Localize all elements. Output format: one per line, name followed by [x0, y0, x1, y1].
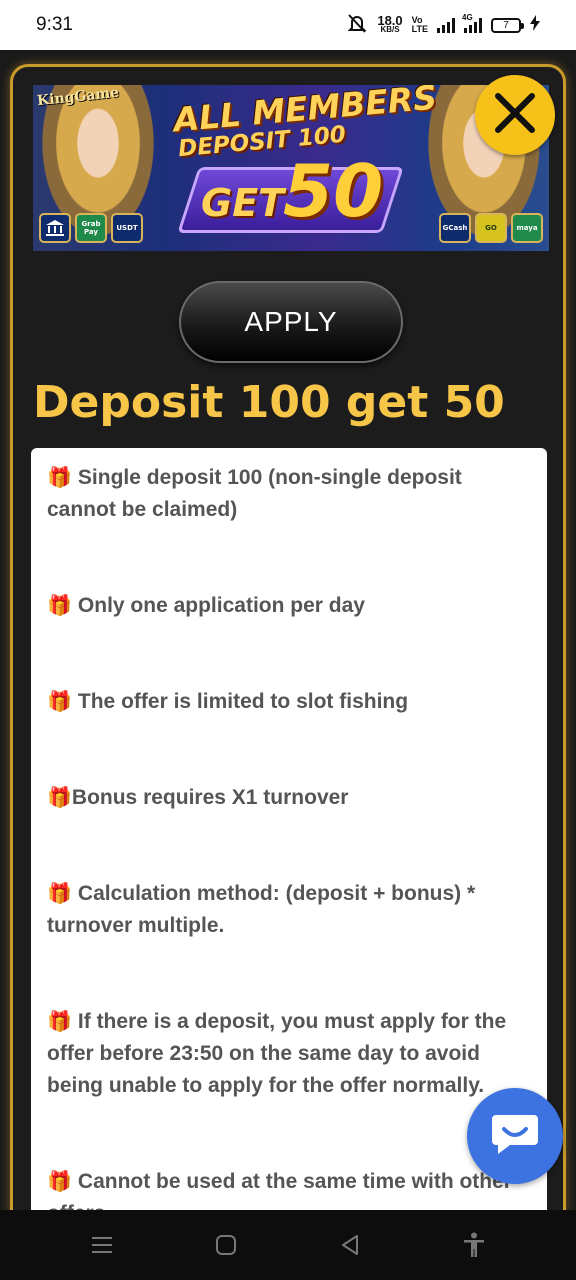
chat-button[interactable]	[467, 1088, 563, 1184]
banner-amount: 50	[283, 149, 384, 233]
signal-icon	[437, 17, 455, 33]
home-icon[interactable]	[206, 1225, 246, 1265]
gift-icon: 🎁	[47, 1011, 72, 1033]
accessibility-icon[interactable]	[454, 1225, 494, 1265]
promo-title: Deposit 100 get 50	[33, 377, 505, 428]
promotion-modal: KingGame ALL MEMBERS DEPOSIT 100 GET 50 …	[10, 64, 566, 1244]
bank-icon	[39, 213, 71, 243]
menu-icon[interactable]	[82, 1225, 122, 1265]
gift-icon: 🎁	[47, 595, 72, 617]
gift-icon: 🎁	[47, 787, 72, 809]
gcash-icon: GCash	[439, 213, 471, 243]
banner-get: GET	[201, 181, 285, 225]
system-nav-bar	[0, 1210, 576, 1280]
payment-icons-right: GCash GO maya	[439, 213, 543, 243]
grabpay-icon: Grab Pay	[75, 213, 107, 243]
network-speed: 18.0 KB/S	[377, 13, 403, 34]
volte-indicator: Vo LTE	[411, 15, 428, 34]
signal-4g-icon: 4G	[462, 13, 482, 33]
mute-icon	[346, 13, 368, 38]
usdt-icon: USDT	[111, 213, 143, 243]
status-time: 9:31	[36, 14, 73, 35]
battery-icon: 7	[491, 17, 524, 33]
rule-item: 🎁 Calculation method: (deposit + bonus) *…	[47, 882, 476, 937]
payment-icons-left: Grab Pay USDT	[39, 213, 143, 243]
charging-icon	[530, 14, 540, 36]
gotyme-icon: GO	[475, 213, 507, 243]
close-button[interactable]	[475, 75, 555, 155]
promo-banner: KingGame ALL MEMBERS DEPOSIT 100 GET 50 …	[33, 85, 549, 251]
rule-item: 🎁 The offer is limited to slot fishing	[47, 690, 409, 713]
chat-bubble-icon	[490, 1111, 540, 1161]
status-bar: 9:31 18.0 KB/S Vo LTE 4G 7	[0, 0, 576, 50]
gift-icon: 🎁	[47, 467, 72, 489]
status-icons: 18.0 KB/S Vo LTE 4G 7	[346, 13, 540, 38]
close-icon	[492, 90, 538, 140]
maya-icon: maya	[511, 213, 543, 243]
apply-button[interactable]: APPLY	[179, 281, 403, 363]
rule-item: 🎁 Single deposit 100 (non-single deposit …	[47, 466, 462, 521]
rule-item: 🎁 If there is a deposit, you must apply f…	[47, 1010, 507, 1097]
gift-icon: 🎁	[47, 1171, 72, 1193]
back-icon[interactable]	[330, 1225, 370, 1265]
gift-icon: 🎁	[47, 883, 72, 905]
rule-item: 🎁Bonus requires X1 turnover	[47, 786, 349, 809]
gift-icon: 🎁	[47, 691, 72, 713]
rule-item: 🎁 Only one application per day	[47, 594, 365, 617]
